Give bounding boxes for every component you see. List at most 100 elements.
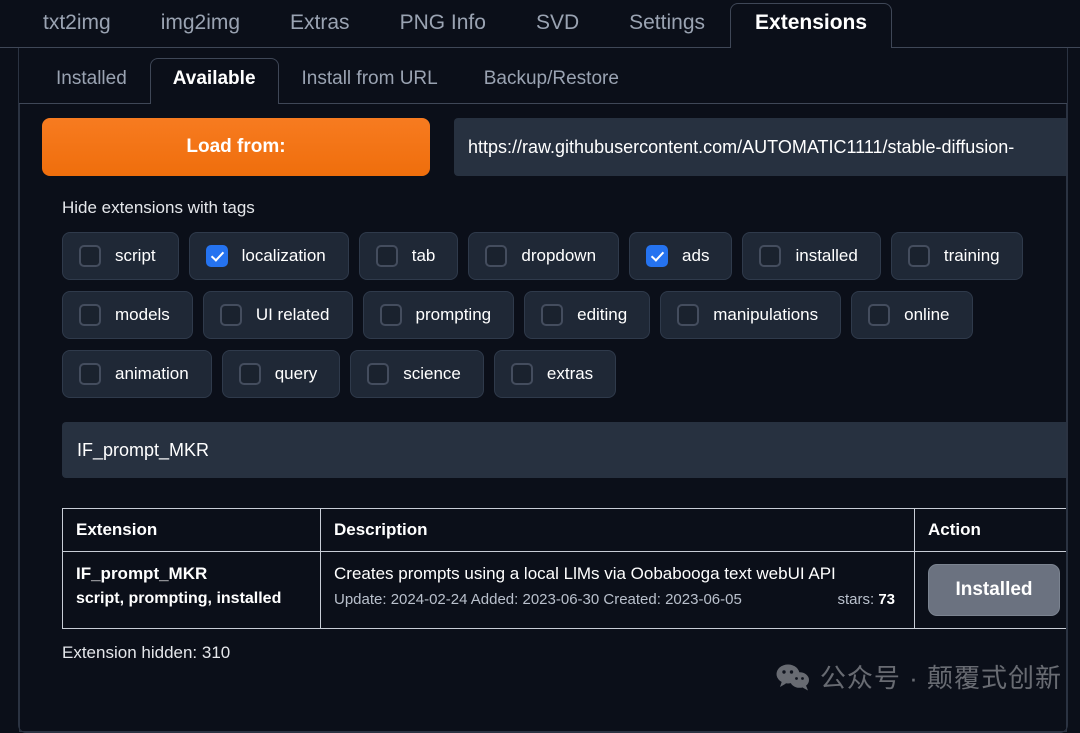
tab-extras[interactable]: Extras xyxy=(265,3,375,48)
installed-button[interactable]: Installed xyxy=(928,564,1060,616)
tab-extensions[interactable]: Extensions xyxy=(730,2,893,50)
stars-label: stars: xyxy=(837,590,875,608)
tag-label: script xyxy=(115,246,156,265)
extensions-page: txt2img img2img Extras PNG Info SVD Sett… xyxy=(0,0,1080,733)
subtab-label: Available xyxy=(172,68,256,90)
table-header-row: Extension Description Action xyxy=(62,508,1066,552)
tag-filter-models[interactable]: models xyxy=(62,291,193,339)
tag-label: science xyxy=(403,364,461,383)
tag-label: models xyxy=(115,305,170,324)
checkbox-icon[interactable] xyxy=(379,304,402,326)
subtab-label: Installed xyxy=(56,68,127,90)
checkbox-icon[interactable] xyxy=(79,304,101,326)
checkbox-checked-icon[interactable] xyxy=(205,245,228,267)
tab-img2img[interactable]: img2img xyxy=(136,3,265,48)
tab-label: SVD xyxy=(535,10,580,34)
tag-label: installed xyxy=(795,246,858,265)
tag-label: training xyxy=(943,246,1000,265)
extension-index-url-input[interactable]: https://raw.githubusercontent.com/AUTOMA… xyxy=(454,118,1066,176)
tag-filter-training[interactable]: training xyxy=(890,232,1023,280)
checkbox-icon[interactable] xyxy=(238,363,261,385)
tag-filter-script[interactable]: script xyxy=(62,232,179,280)
subtab-installed[interactable]: Installed xyxy=(33,58,150,104)
tab-label: img2img xyxy=(160,10,241,34)
tag-filter-manipulations[interactable]: manipulations xyxy=(660,291,842,339)
extensions-sub-tab-bar: Installed Available Install from URL Bac… xyxy=(19,48,1067,105)
available-extensions-content: Load from: https://raw.githubusercontent… xyxy=(19,104,1067,732)
tag-filter-installed[interactable]: installed xyxy=(742,232,881,280)
tab-txt2img[interactable]: txt2img xyxy=(18,3,136,48)
extension-description: Creates prompts using a local LlMs via O… xyxy=(334,564,836,583)
checkbox-icon[interactable] xyxy=(907,245,930,267)
cell-extension: IF_prompt_MKR script, prompting, install… xyxy=(62,551,321,629)
tab-svd[interactable]: SVD xyxy=(511,3,604,48)
tag-filter-row-2: models UI related prompting editing mani… xyxy=(62,291,1066,339)
column-header-action: Action xyxy=(914,508,1066,552)
tag-filter-ui-related[interactable]: UI related xyxy=(202,291,353,339)
checkbox-icon[interactable] xyxy=(367,363,390,385)
cell-description: Creates prompts using a local LlMs via O… xyxy=(320,551,915,629)
extension-meta: Update: 2024-02-24 Added: 2023-06-30 Cre… xyxy=(334,591,901,608)
subtab-label: Backup/Restore xyxy=(483,68,619,90)
checkbox-icon[interactable] xyxy=(79,245,101,267)
tag-filter-animation[interactable]: animation xyxy=(62,350,212,398)
extension-name: IF_prompt_MKR xyxy=(76,564,208,583)
extensions-panel: Installed Available Install from URL Bac… xyxy=(18,48,1068,733)
subtab-install-from-url[interactable]: Install from URL xyxy=(279,58,461,104)
main-tab-bar: txt2img img2img Extras PNG Info SVD Sett… xyxy=(0,0,1080,50)
checkbox-icon[interactable] xyxy=(79,363,101,385)
tag-filter-row-3: animation query science extras xyxy=(62,350,1066,398)
tag-filter-editing[interactable]: editing xyxy=(524,291,651,339)
load-from-row: Load from: https://raw.githubusercontent… xyxy=(42,118,1066,176)
tag-label: localization xyxy=(241,246,326,265)
extensions-table: Extension Description Action IF_prompt_M… xyxy=(62,508,1066,629)
stars-value: 73 xyxy=(878,590,895,608)
subtab-backup-restore[interactable]: Backup/Restore xyxy=(461,58,642,104)
tab-label: txt2img xyxy=(43,10,111,34)
checkbox-icon[interactable] xyxy=(219,304,242,326)
tag-filter-extras[interactable]: extras xyxy=(493,350,617,398)
cell-action: Installed xyxy=(914,551,1066,629)
checkbox-icon[interactable] xyxy=(375,245,398,267)
tag-filter-ads[interactable]: ads xyxy=(629,232,733,280)
checkbox-icon[interactable] xyxy=(759,245,782,267)
checkbox-icon[interactable] xyxy=(541,304,564,326)
table-row: IF_prompt_MKR script, prompting, install… xyxy=(62,551,1066,629)
tab-label: Extensions xyxy=(755,10,868,34)
tag-filter-query[interactable]: query xyxy=(221,350,341,398)
checkbox-checked-icon[interactable] xyxy=(646,245,669,267)
tag-filter-dropdown[interactable]: dropdown xyxy=(468,232,620,280)
tag-filter-localization[interactable]: localization xyxy=(188,232,349,280)
extension-dates: Update: 2024-02-24 Added: 2023-06-30 Cre… xyxy=(334,590,742,608)
tab-png-info[interactable]: PNG Info xyxy=(375,3,511,48)
tag-label: animation xyxy=(115,364,189,383)
checkbox-icon[interactable] xyxy=(868,304,891,326)
tag-filter-tab[interactable]: tab xyxy=(358,232,459,280)
tag-label: manipulations xyxy=(713,305,819,324)
subtab-available[interactable]: Available xyxy=(149,58,279,105)
extension-stars: stars: 73 xyxy=(837,591,895,608)
hide-extensions-heading: Hide extensions with tags xyxy=(62,198,255,217)
tag-label: UI related xyxy=(255,305,330,324)
table-header: Extension Description Action xyxy=(62,508,1066,552)
tag-label: tab xyxy=(411,246,436,265)
tag-label: extras xyxy=(546,364,594,383)
checkbox-icon[interactable] xyxy=(510,363,533,385)
subtab-label: Install from URL xyxy=(301,68,438,90)
column-header-description: Description xyxy=(320,508,915,552)
tag-label: editing xyxy=(577,305,628,324)
tag-filter-online[interactable]: online xyxy=(851,291,973,339)
checkbox-icon[interactable] xyxy=(485,245,508,267)
column-header-extension: Extension xyxy=(62,508,321,552)
tab-settings[interactable]: Settings xyxy=(604,3,730,48)
table-body: IF_prompt_MKR script, prompting, install… xyxy=(62,551,1066,629)
tag-filter-science[interactable]: science xyxy=(350,350,484,398)
extension-search-input[interactable]: IF_prompt_MKR xyxy=(62,422,1066,478)
checkbox-icon[interactable] xyxy=(677,304,700,326)
tag-label: online xyxy=(904,305,950,324)
tab-label: Extras xyxy=(290,10,350,34)
load-from-button[interactable]: Load from: xyxy=(42,118,430,176)
tag-label: dropdown xyxy=(521,246,597,265)
extension-tags: script, prompting, installed xyxy=(76,589,282,607)
tag-filter-prompting[interactable]: prompting xyxy=(362,291,515,339)
